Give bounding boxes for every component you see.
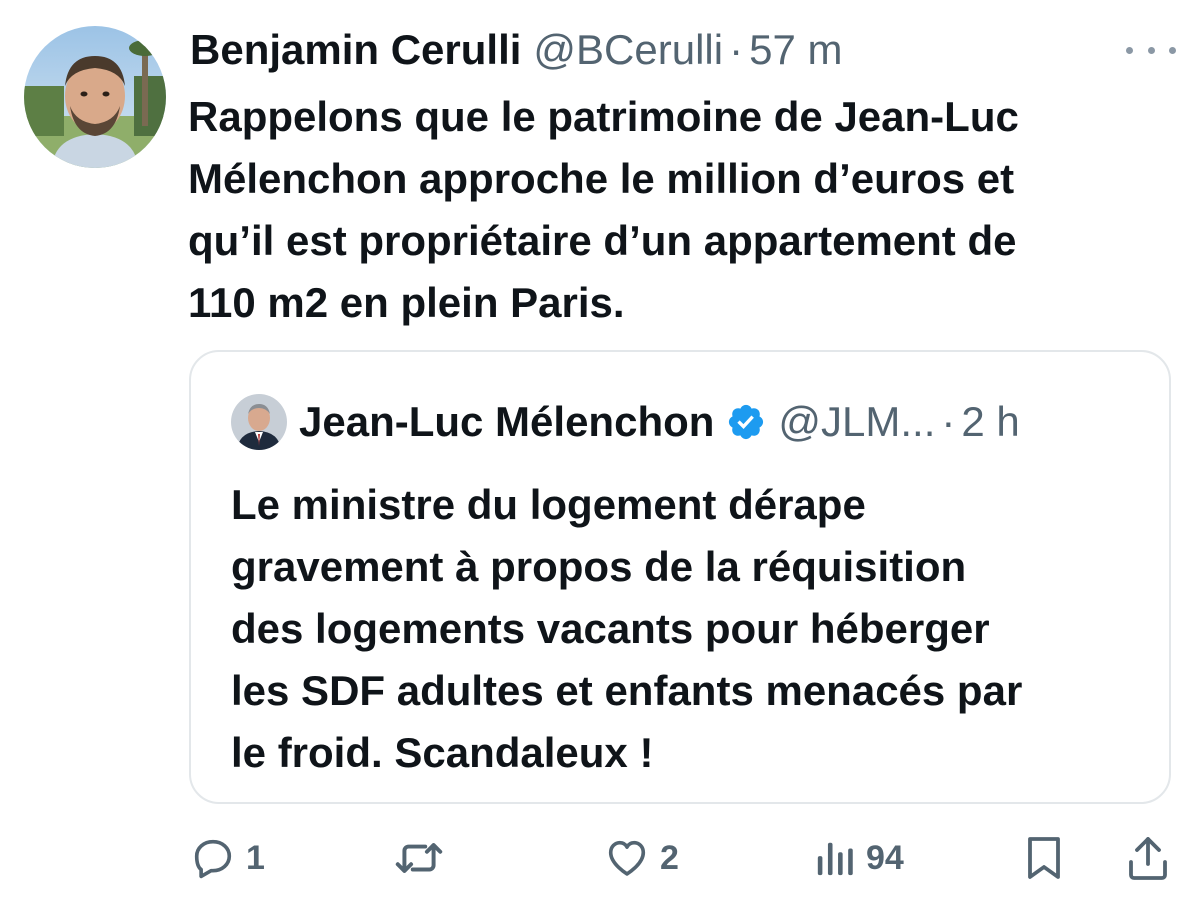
quoted-tweet-timestamp: 2 h bbox=[961, 398, 1020, 445]
separator-dot: · bbox=[729, 26, 744, 73]
reply-count: 1 bbox=[246, 838, 265, 877]
views-button[interactable]: 94 bbox=[814, 826, 904, 890]
tweet-text: Rappelons que le patrimoine de Jean-Luc … bbox=[188, 93, 1019, 326]
quoted-separator-dot: · bbox=[941, 398, 956, 445]
quoted-author-avatar bbox=[231, 394, 287, 450]
author-avatar[interactable] bbox=[24, 26, 166, 168]
more-icon[interactable] bbox=[1126, 40, 1176, 60]
author-handle[interactable]: @BCerulli bbox=[533, 26, 723, 74]
quoted-tweet-text: Le ministre du logement dérape gravement… bbox=[231, 481, 1023, 776]
views-count: 94 bbox=[866, 838, 904, 877]
quoted-tweet-header: Jean-Luc Mélenchon @JLM... · 2 h bbox=[299, 398, 1020, 446]
retweet-icon bbox=[394, 835, 444, 881]
author-name[interactable]: Benjamin Cerulli bbox=[190, 26, 521, 74]
like-button[interactable]: 2 bbox=[604, 826, 679, 890]
like-count: 2 bbox=[660, 838, 679, 877]
tweet-timestamp[interactable]: 57 m bbox=[749, 26, 842, 74]
tweet-header: Benjamin Cerulli @BCerulli · 57 m bbox=[190, 26, 842, 74]
retweet-button[interactable] bbox=[394, 826, 454, 890]
heart-icon bbox=[604, 835, 650, 881]
bookmark-button[interactable] bbox=[1024, 826, 1064, 890]
share-icon bbox=[1126, 834, 1170, 882]
share-button[interactable] bbox=[1126, 826, 1170, 890]
bookmark-icon bbox=[1024, 834, 1064, 882]
quoted-tweet-card[interactable]: Jean-Luc Mélenchon @JLM... · 2 h Le mini… bbox=[189, 350, 1171, 804]
tweet-action-bar: 1 2 94 bbox=[0, 826, 1200, 890]
verified-badge-icon bbox=[726, 402, 766, 442]
reply-icon bbox=[190, 835, 236, 881]
views-icon bbox=[814, 835, 856, 881]
reply-button[interactable]: 1 bbox=[190, 826, 265, 890]
quoted-author-name: Jean-Luc Mélenchon bbox=[299, 398, 715, 445]
quoted-author-handle: @JLM... bbox=[778, 398, 936, 445]
